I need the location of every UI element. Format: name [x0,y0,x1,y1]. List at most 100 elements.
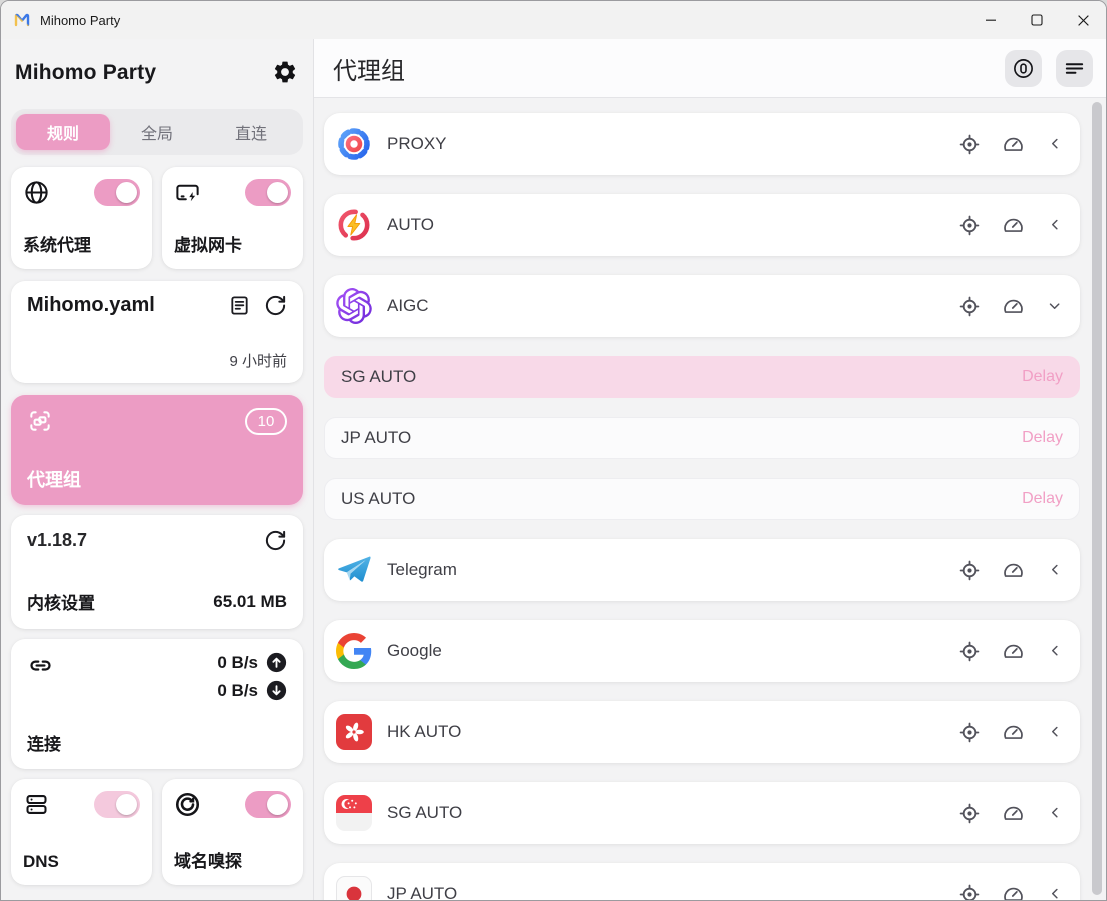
proxy-group-row[interactable]: AIGC [324,275,1080,337]
tab-global[interactable]: 全局 [110,114,204,150]
proxy-name: SG AUTO [341,367,416,387]
page-title: 代理组 [333,51,405,86]
chevron-icon[interactable] [1046,642,1064,660]
group-icon [336,876,372,900]
kernel-version: v1.18.7 [27,530,87,551]
settings-gear-button[interactable] [271,59,299,87]
sniffer-icon [174,791,201,818]
group-icon [336,795,372,831]
system-proxy-card[interactable]: 系统代理 [11,167,152,269]
connections-label: 连接 [27,730,287,755]
chevron-icon[interactable] [1046,561,1064,579]
proxy-item-row[interactable]: SG AUTO Delay [324,356,1080,398]
chevron-icon[interactable] [1046,723,1064,741]
delay-label[interactable]: Delay [1022,368,1063,386]
group-icon [336,633,372,669]
sniff-toggle[interactable] [245,791,291,818]
group-name: SG AUTO [387,803,462,823]
tun-toggle[interactable] [245,179,291,206]
group-icon [336,714,372,750]
delay-label[interactable]: Delay [1022,490,1063,508]
kernel-card[interactable]: v1.18.7 内核设置 65.01 MB [11,515,303,629]
minimize-button[interactable] [968,1,1014,39]
profile-card[interactable]: Mihomo.yaml 9 小时前 [11,281,303,383]
refresh-profile-icon[interactable] [264,294,287,317]
kernel-label: 内核设置 [27,589,95,614]
group-count-badge: 10 [245,408,287,435]
tab-rule[interactable]: 规则 [16,114,110,150]
titlebar[interactable]: Mihomo Party [1,1,1106,39]
app-logo-icon [13,11,31,29]
proxy-group-row[interactable]: JP AUTO [324,863,1080,900]
tun-card[interactable]: 虚拟网卡 [162,167,303,269]
delay-test-gauge-icon[interactable] [1002,640,1025,663]
group-icon [336,207,372,243]
proxy-group-row[interactable]: Google [324,620,1080,682]
proxy-name: JP AUTO [341,428,411,448]
proxy-group-row[interactable]: SG AUTO [324,782,1080,844]
sniff-card[interactable]: 域名嗅探 [162,779,303,885]
maximize-button[interactable] [1014,1,1060,39]
proxy-item-row[interactable]: US AUTO Delay [324,478,1080,520]
tun-device-icon [174,179,201,206]
group-name: Google [387,641,442,661]
group-icon [336,126,372,162]
chevron-icon[interactable] [1046,885,1064,900]
restart-kernel-icon[interactable] [264,529,287,552]
locate-icon[interactable] [958,802,981,825]
locate-icon[interactable] [958,640,981,663]
delay-test-gauge-icon[interactable] [1002,133,1025,156]
proxy-group-row[interactable]: Telegram [324,539,1080,601]
delay-test-gauge-icon[interactable] [1002,802,1025,825]
dns-server-icon [23,791,50,818]
dns-label: DNS [23,852,140,872]
outbound-mode-tabs: 规则 全局 直连 [11,109,303,155]
chevron-icon[interactable] [1046,297,1064,315]
chevron-icon[interactable] [1046,804,1064,822]
sidebar-header: Mihomo Party [11,45,303,101]
locate-icon[interactable] [958,883,981,901]
delay-test-gauge-icon[interactable] [1002,295,1025,318]
sider-width-toggle-button[interactable] [1005,50,1042,87]
close-button[interactable] [1060,1,1106,39]
delay-test-gauge-icon[interactable] [1002,214,1025,237]
proxy-group-row[interactable]: HK AUTO [324,701,1080,763]
locate-icon[interactable] [958,295,981,318]
download-arrow-icon [266,680,287,701]
main-content: 代理组 PROXY A [314,39,1106,900]
proxy-group-row[interactable]: AUTO [324,194,1080,256]
chevron-icon[interactable] [1046,135,1064,153]
connections-card[interactable]: 0 B/s 0 B/s 连接 [11,639,303,769]
locate-icon[interactable] [958,214,981,237]
group-display-order-button[interactable] [1056,50,1093,87]
tun-label: 虚拟网卡 [174,231,291,256]
proxy-item-row[interactable]: JP AUTO Delay [324,417,1080,459]
tab-direct[interactable]: 直连 [204,114,298,150]
titlebar-title: Mihomo Party [40,13,120,28]
locate-icon[interactable] [958,721,981,744]
dns-toggle[interactable] [94,791,140,818]
download-speed: 0 B/s [217,681,258,701]
proxy-group-row[interactable]: PROXY [324,113,1080,175]
delay-test-gauge-icon[interactable] [1002,883,1025,901]
system-proxy-toggle[interactable] [94,179,140,206]
profile-updated: 9 小时前 [27,350,287,371]
locate-icon[interactable] [958,133,981,156]
sidebar-item-proxy-groups[interactable]: 10 代理组 [11,395,303,505]
chevron-icon[interactable] [1046,216,1064,234]
dns-card[interactable]: DNS [11,779,152,885]
delay-test-gauge-icon[interactable] [1002,721,1025,744]
scrollbar[interactable] [1092,102,1102,895]
window-controls [968,1,1106,39]
app-window: Mihomo Party Mihomo Party 规则 全局 直连 [0,0,1107,901]
proxy-groups-label: 代理组 [27,466,287,492]
locate-icon[interactable] [958,559,981,582]
proxy-name: US AUTO [341,489,415,509]
delay-test-gauge-icon[interactable] [1002,559,1025,582]
delay-label[interactable]: Delay [1022,429,1063,447]
scrollbar-thumb[interactable] [1092,102,1102,895]
edit-profile-icon[interactable] [228,294,251,317]
link-icon [27,652,54,679]
proxy-group-list: PROXY AUTO AIGC [324,113,1080,900]
upload-speed: 0 B/s [217,653,258,673]
